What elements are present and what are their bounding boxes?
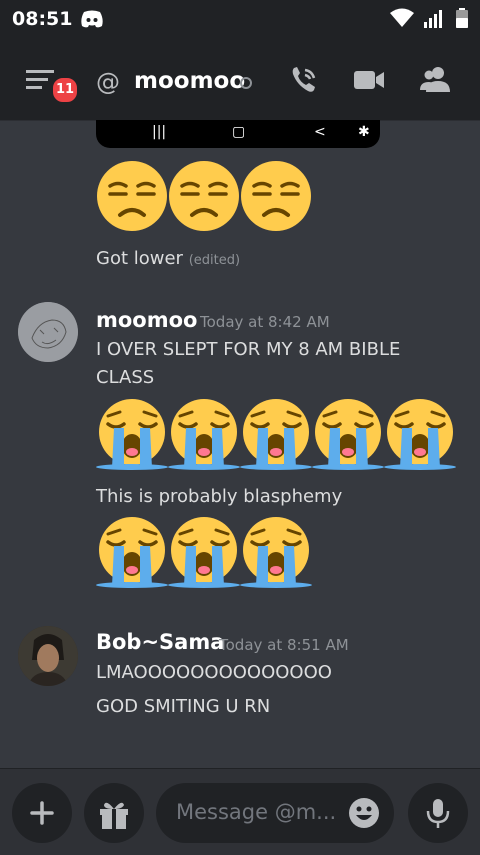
embedded-screenshot-nav-bar: ||| ▢ < ✱ (96, 120, 380, 148)
emoji-row-crying (96, 516, 312, 588)
loudly-crying-face-icon (312, 399, 384, 470)
emoji-row-crying (96, 398, 456, 470)
status-bar: 08:51 (0, 0, 480, 40)
phone-call-icon[interactable] (288, 64, 320, 96)
message-composer: Message @m... (0, 768, 480, 855)
loudly-crying-face-icon (96, 399, 168, 470)
message-text: Got lower (edited) (96, 248, 240, 269)
emoji-picker-icon[interactable] (348, 797, 380, 829)
unamused-face-icon (169, 161, 239, 231)
message-list[interactable]: ||| ▢ < ✱ Got lower (edited) moomoo Toda… (0, 120, 480, 768)
loudly-crying-face-icon (168, 517, 240, 588)
channel-name[interactable]: moomoo (134, 68, 245, 94)
signal-icon (424, 10, 442, 28)
avatar[interactable] (18, 626, 78, 686)
microphone-icon (426, 799, 450, 828)
loudly-crying-face-icon (240, 399, 312, 470)
avatar-portrait-icon (18, 626, 78, 686)
add-attachment-button[interactable] (12, 783, 72, 843)
discord-icon (81, 10, 103, 28)
message-input[interactable]: Message @m... (156, 783, 394, 843)
message-text: I OVER SLEPT FOR MY 8 AM BIBLE (96, 339, 401, 360)
message-body: Got lower (96, 248, 183, 269)
video-icon[interactable] (352, 64, 386, 96)
message-text: This is probably blasphemy (96, 486, 343, 507)
message-placeholder: Message @m... (176, 800, 337, 824)
unamused-face-icon (241, 161, 311, 231)
message-text: LMAOOOOOOOOOOOOOO (96, 662, 332, 683)
at-icon: @ (96, 68, 120, 96)
unamused-face-icon (97, 161, 167, 231)
loudly-crying-face-icon (96, 517, 168, 588)
avatar-sketch-icon (18, 302, 78, 362)
loudly-crying-face-icon (240, 517, 312, 588)
voice-message-button[interactable] (408, 783, 468, 843)
status-time: 08:51 (12, 8, 73, 30)
edited-label: (edited) (188, 253, 241, 268)
loudly-crying-face-icon (384, 399, 456, 470)
message-timestamp: Today at 8:42 AM (200, 313, 330, 331)
offline-status-icon (240, 77, 252, 89)
wifi-icon (390, 8, 414, 27)
gift-icon (100, 802, 128, 829)
members-icon[interactable] (418, 64, 452, 96)
plus-icon (30, 801, 54, 825)
message-text: CLASS (96, 367, 155, 388)
battery-icon (456, 8, 468, 28)
avatar[interactable] (18, 302, 78, 362)
message-author[interactable]: moomoo (96, 308, 197, 332)
message-author[interactable]: Bob~Sama (96, 630, 224, 654)
message-text: GOD SMITING U RN (96, 696, 271, 717)
emoji-row-unamused (96, 160, 312, 232)
unread-badge: 11 (51, 76, 79, 104)
loudly-crying-face-icon (168, 399, 240, 470)
gift-button[interactable] (84, 783, 144, 843)
message-timestamp: Today at 8:51 AM (219, 636, 349, 654)
